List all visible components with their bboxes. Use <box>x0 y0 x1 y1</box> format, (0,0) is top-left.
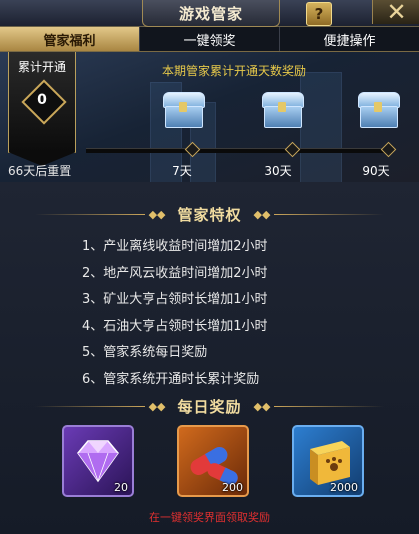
tab-quick-actions[interactable]: 便捷操作 <box>280 27 419 51</box>
title-bar: 游戏管家 ? ✕ <box>0 0 419 27</box>
close-button[interactable]: ✕ <box>372 0 419 26</box>
milestone-label: 90天 <box>362 164 390 178</box>
chest-icon[interactable] <box>358 92 400 128</box>
list-item: 1、产业离线收益时间增加2小时 <box>82 239 268 254</box>
daily-rewards-title: 每日奖励 <box>177 397 242 416</box>
reward-quantity: 200 <box>222 481 243 494</box>
help-button[interactable]: ? <box>306 2 332 26</box>
list-item: 3、矿业大亨占领时长增加1小时 <box>82 292 268 308</box>
privileges-header: ◆◆ 管家特权 ◆◆ <box>0 204 419 224</box>
list-item: 6、管家系统开通时长累计奖励 <box>82 371 260 387</box>
reward-quantity: 2000 <box>330 481 358 494</box>
cumulative-banner: 累计开通 0 <box>8 52 76 166</box>
divider <box>34 213 145 215</box>
chest-icon[interactable] <box>262 92 304 128</box>
tab-bar: 管家福利 一键领奖 便捷操作 <box>0 27 419 52</box>
milestone-label: 30天 <box>264 164 292 178</box>
ornament-icon: ◆◆ <box>148 207 166 221</box>
milestone-label: 7天 <box>172 164 192 178</box>
milestone-node <box>284 141 301 158</box>
ornament-icon: ◆◆ <box>253 207 271 221</box>
daily-rewards-header: ◆◆ 每日奖励 ◆◆ <box>0 396 419 416</box>
close-icon: ✕ <box>386 0 407 26</box>
claim-hint-text: 在一键领奖界面领取奖励 <box>149 511 270 524</box>
reward-item-pet-food[interactable]: 2000 <box>292 425 364 497</box>
reward-item-pill[interactable]: 200 <box>177 425 249 497</box>
ornament-icon: ◆◆ <box>253 399 271 413</box>
cumulative-reward-panel: 累计开通 0 66天后重置 本期管家累计开通天数奖励 7天 30天 90天 <box>0 52 419 182</box>
window-title: 游戏管家 <box>142 0 280 27</box>
tab-one-click-claim[interactable]: 一键领奖 <box>140 27 280 51</box>
milestone-node <box>380 141 397 158</box>
reset-countdown: 66天后重置 <box>8 164 72 178</box>
question-icon: ? <box>314 5 324 23</box>
reward-quantity: 20 <box>114 481 128 494</box>
privileges-title: 管家特权 <box>177 205 242 224</box>
divider <box>274 213 385 215</box>
main-panel: ◆◆ 管家特权 ◆◆ 1、产业离线收益时间增加2小时 2、地产风云收益时间增加2… <box>0 182 419 534</box>
reward-item-gem[interactable]: 20 <box>62 425 134 497</box>
cumulative-days-value: 0 <box>37 92 47 108</box>
background-building <box>300 72 342 182</box>
list-item: 5、管家系统每日奖励 <box>82 345 208 361</box>
cumulative-label: 累计开通 <box>17 60 66 74</box>
list-item: 4、石油大亨占领时长增加1小时 <box>82 318 268 334</box>
chest-icon[interactable] <box>163 92 205 128</box>
progress-track <box>86 148 386 153</box>
divider <box>274 405 385 407</box>
list-item: 2、地产风云收益时间增加2小时 <box>82 265 268 281</box>
privileges-list: 1、产业离线收益时间增加2小时 2、地产风云收益时间增加2小时 3、矿业大亨占领… <box>82 234 268 394</box>
promo-text: 本期管家累计开通天数奖励 <box>162 64 307 78</box>
ornament-icon: ◆◆ <box>148 399 166 413</box>
divider <box>34 405 145 407</box>
tab-butler-benefits[interactable]: 管家福利 <box>0 27 140 51</box>
